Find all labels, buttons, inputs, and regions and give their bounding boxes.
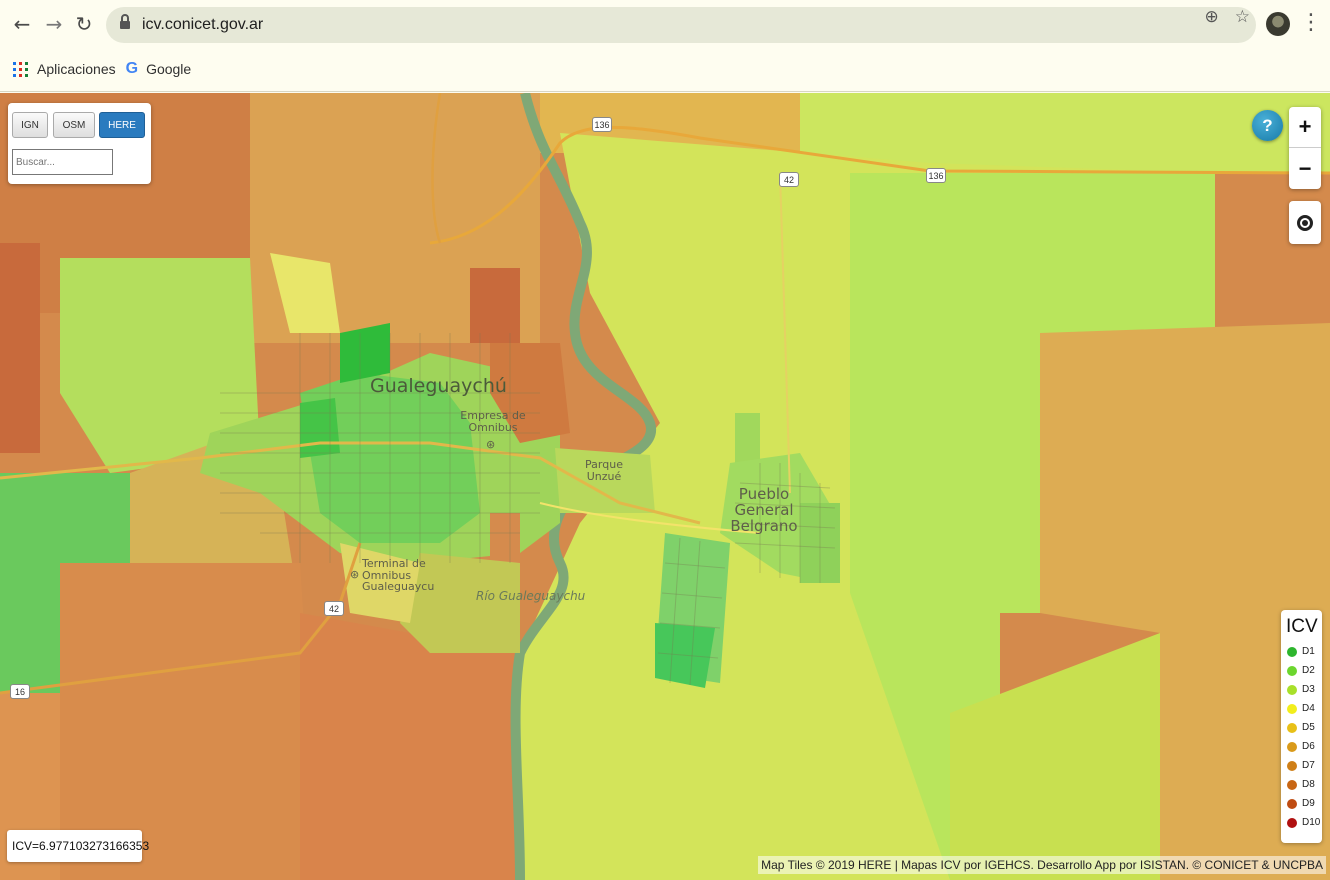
bus-station-label: Empresa de Omnibus: [460, 409, 526, 434]
bookmark-apps[interactable]: Aplicaciones: [13, 61, 116, 77]
bookmark-google-label: Google: [146, 61, 192, 77]
legend-item: D7: [1286, 756, 1322, 775]
legend-label: D1: [1302, 646, 1315, 657]
forward-arrow-icon[interactable]: →: [40, 10, 68, 38]
route-shield: 136: [926, 168, 946, 183]
route-shield: 16: [10, 684, 30, 699]
terminal-icon: ⊛: [350, 568, 360, 581]
river-label: Río Gualeguaychu: [476, 589, 586, 603]
layer-here-button[interactable]: HERE: [99, 112, 145, 138]
icv-readout: ICV=6.977103273166353: [7, 830, 149, 862]
search-input[interactable]: [12, 149, 113, 175]
legend-swatch: [1287, 684, 1297, 695]
legend-item: D1: [1286, 642, 1322, 661]
legend-item: D2: [1286, 661, 1322, 680]
legend-swatch: [1287, 722, 1297, 733]
icv-legend: ICV D1 D2 D3 D4 D5 D6 D7 D8 D9 D10: [1281, 610, 1322, 843]
legend-label: D4: [1302, 703, 1315, 714]
route-shield: 136: [592, 117, 612, 132]
legend-swatch: [1287, 646, 1297, 657]
route-shield: 42: [779, 172, 799, 187]
city-label: Gualeguaychú: [370, 375, 507, 397]
legend-swatch: [1287, 798, 1297, 809]
legend-item: D9: [1286, 794, 1322, 813]
browser-menu-icon[interactable]: ⋮: [1300, 10, 1322, 35]
legend-swatch: [1287, 779, 1297, 790]
legend-swatch: [1287, 703, 1297, 714]
bookmark-apps-label: Aplicaciones: [37, 61, 116, 77]
legend-label: D8: [1302, 779, 1315, 790]
layer-osm-button[interactable]: OSM: [53, 112, 95, 138]
legend-item: D3: [1286, 680, 1322, 699]
legend-swatch: [1287, 741, 1297, 752]
layer-ign-button[interactable]: IGN: [12, 112, 48, 138]
legend-label: D7: [1302, 760, 1315, 771]
profile-avatar[interactable]: [1266, 12, 1290, 36]
address-url[interactable]: icv.conicet.gov.ar: [142, 16, 263, 34]
reload-icon[interactable]: ↻: [70, 10, 98, 38]
zoom-control: + −: [1289, 107, 1321, 189]
town-label: Pueblo General Belgrano: [730, 485, 798, 535]
legend-label: D10: [1302, 817, 1321, 828]
park-label: Parque Unzué: [585, 458, 623, 483]
legend-label: D2: [1302, 665, 1315, 676]
legend-swatch: [1287, 665, 1297, 676]
locate-button[interactable]: [1289, 201, 1321, 244]
legend-swatch: [1287, 817, 1297, 828]
layer-switcher: IGN OSM HERE: [8, 103, 151, 184]
legend-item: D6: [1286, 737, 1322, 756]
google-logo-icon: G: [125, 60, 139, 77]
install-app-icon[interactable]: ⊕: [1205, 7, 1219, 27]
zoom-in-button[interactable]: +: [1289, 107, 1321, 148]
legend-label: D3: [1302, 684, 1315, 695]
lock-icon: [120, 14, 130, 31]
legend-label: D5: [1302, 722, 1315, 733]
back-arrow-icon[interactable]: ←: [8, 10, 36, 38]
legend-item: D4: [1286, 699, 1322, 718]
map-attribution: Map Tiles © 2019 HERE | Mapas ICV por IG…: [758, 856, 1326, 874]
locate-icon: [1297, 214, 1313, 231]
help-button[interactable]: ?: [1252, 110, 1283, 141]
choropleth-map[interactable]: Gualeguaychú Empresa de Omnibus ⊛ Termin…: [0, 93, 1330, 880]
terminal-label: Terminal de Omnibus Gualeguaycu: [362, 557, 435, 594]
browser-toolbar: ← → ↻ icv.conicet.gov.ar ⊕ ☆ ⋮ Aplicacio…: [0, 0, 1330, 92]
legend-item: D10: [1286, 813, 1322, 832]
legend-items: D1 D2 D3 D4 D5 D6 D7 D8 D9 D10: [1286, 642, 1322, 832]
bookmark-star-icon[interactable]: ☆: [1235, 7, 1250, 27]
map-canvas[interactable]: [0, 93, 1330, 880]
omnibox-actions: ⊕ ☆: [1205, 7, 1251, 27]
legend-item: D8: [1286, 775, 1322, 794]
legend-title: ICV: [1286, 616, 1318, 637]
bus-station-icon: ⊛: [486, 438, 496, 451]
route-shield: 42: [324, 601, 344, 616]
bookmarks-bar: Aplicaciones G Google: [0, 54, 195, 84]
legend-swatch: [1287, 760, 1297, 771]
address-bar[interactable]: icv.conicet.gov.ar: [106, 7, 1256, 43]
apps-grid-icon: [13, 61, 28, 77]
legend-item: D5: [1286, 718, 1322, 737]
legend-label: D6: [1302, 741, 1315, 752]
bookmark-google[interactable]: G Google: [126, 60, 192, 78]
zoom-out-button[interactable]: −: [1289, 148, 1321, 189]
legend-label: D9: [1302, 798, 1315, 809]
